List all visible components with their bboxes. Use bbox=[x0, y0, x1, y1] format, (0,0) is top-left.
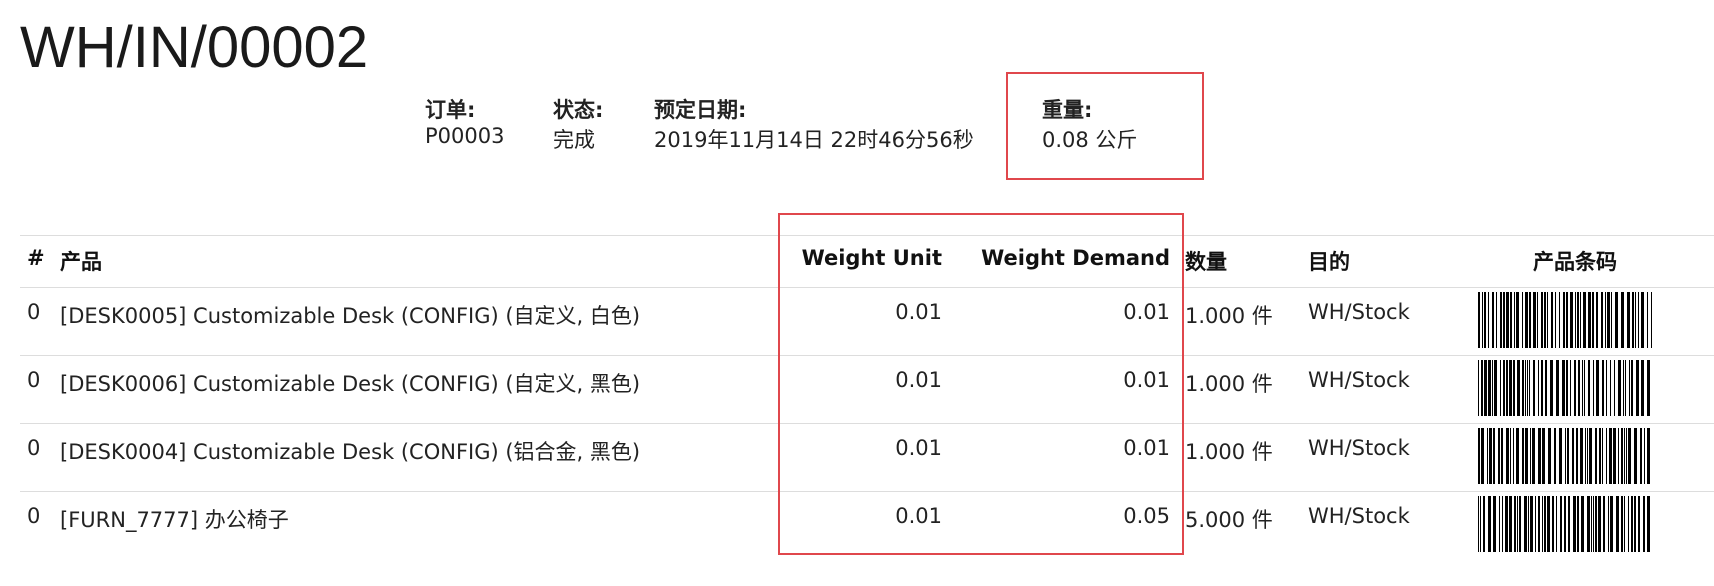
col-header-qty: 数量 bbox=[1185, 250, 1227, 274]
product-barcode bbox=[1478, 428, 1656, 484]
row-product: [DESK0006] Customizable Desk (CONFIG) (自… bbox=[60, 372, 641, 396]
row-num: 0 bbox=[27, 368, 41, 392]
info-scheduled-date-label: 预定日期: bbox=[654, 98, 747, 122]
weight-highlight-box bbox=[1006, 72, 1204, 180]
row-qty: 1.000 件 bbox=[1185, 372, 1273, 396]
document-title: WH/IN/00002 bbox=[20, 15, 369, 80]
info-status: 状态: 完成 bbox=[553, 94, 603, 154]
col-header-destination: 目的 bbox=[1308, 250, 1350, 274]
col-header-barcode: 产品条码 bbox=[1533, 250, 1617, 274]
row-destination: WH/Stock bbox=[1308, 436, 1410, 460]
info-scheduled-date: 预定日期: 2019年11月14日 22时46分56秒 bbox=[654, 94, 974, 154]
col-header-product: 产品 bbox=[60, 250, 102, 274]
info-order-label: 订单: bbox=[425, 98, 476, 122]
row-qty: 5.000 件 bbox=[1185, 508, 1273, 532]
info-order: 订单: P00003 bbox=[425, 94, 504, 148]
row-product: [FURN_7777] 办公椅子 bbox=[60, 508, 289, 532]
row-destination: WH/Stock bbox=[1308, 368, 1410, 392]
row-num: 0 bbox=[27, 300, 41, 324]
row-num: 0 bbox=[27, 436, 41, 460]
row-product: [DESK0004] Customizable Desk (CONFIG) (铝… bbox=[60, 440, 641, 464]
product-barcode bbox=[1478, 496, 1656, 552]
info-scheduled-date-value: 2019年11月14日 22时46分56秒 bbox=[654, 128, 974, 152]
info-status-label: 状态: bbox=[553, 98, 604, 122]
row-destination: WH/Stock bbox=[1308, 300, 1410, 324]
info-status-value: 完成 bbox=[553, 128, 595, 152]
row-qty: 1.000 件 bbox=[1185, 304, 1273, 328]
col-header-num: # bbox=[27, 246, 45, 270]
weight-columns-highlight-box bbox=[778, 213, 1184, 555]
row-qty: 1.000 件 bbox=[1185, 440, 1273, 464]
row-destination: WH/Stock bbox=[1308, 504, 1410, 528]
product-barcode bbox=[1478, 292, 1656, 348]
row-num: 0 bbox=[27, 504, 41, 528]
row-product: [DESK0005] Customizable Desk (CONFIG) (自… bbox=[60, 304, 641, 328]
product-barcode bbox=[1478, 360, 1656, 416]
info-order-value: P00003 bbox=[425, 124, 505, 148]
